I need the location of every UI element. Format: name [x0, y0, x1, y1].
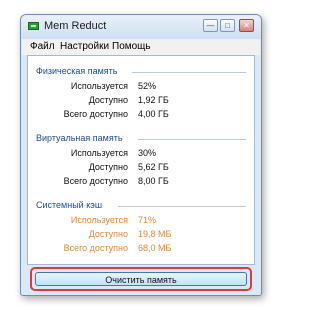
row-value: 8,00 ГБ — [138, 176, 169, 186]
highlight-frame: Очистить память — [30, 267, 252, 291]
virtual-memory-header: Виртуальная память — [36, 133, 123, 143]
row-label: Всего доступно — [63, 109, 128, 119]
row-label: Используется — [70, 148, 128, 158]
row-label: Используется — [70, 81, 128, 91]
menu-file[interactable]: Файл — [30, 41, 55, 52]
row-value: 71% — [138, 215, 157, 225]
menu-settings[interactable]: Настройки — [60, 41, 109, 52]
row-value: 1,92 ГБ — [138, 95, 169, 105]
close-button[interactable]: ✕ — [239, 19, 254, 32]
group-divider — [118, 206, 246, 207]
mem-reduct-window: Mem Reduct — □ ✕ Файл Настройки Помощь Ф… — [20, 14, 262, 296]
row-label: Доступно — [88, 95, 128, 105]
minimize-button[interactable]: — — [203, 19, 218, 32]
maximize-button[interactable]: □ — [220, 19, 235, 32]
group-divider — [138, 139, 246, 140]
row-value: 19,8 МБ — [138, 229, 172, 239]
row-value: 5,62 ГБ — [138, 162, 169, 172]
memory-info-panel: Физическая память Используется 52% Досту… — [27, 55, 255, 265]
window-title: Mem Reduct — [44, 20, 107, 32]
menu-bar: Файл Настройки Помощь — [22, 39, 260, 55]
memory-chip-icon — [28, 22, 39, 30]
system-cache-header: Системный кэш — [36, 200, 103, 210]
clean-memory-button[interactable]: Очистить память — [35, 272, 247, 286]
title-bar[interactable]: Mem Reduct — □ ✕ — [21, 15, 261, 39]
menu-help[interactable]: Помощь — [112, 41, 151, 52]
row-label: Всего доступно — [63, 243, 128, 253]
row-value: 52% — [138, 81, 157, 91]
row-label: Доступно — [88, 162, 128, 172]
button-area: Очистить память — [27, 267, 255, 291]
physical-memory-header: Физическая память — [36, 66, 118, 76]
row-label: Всего доступно — [63, 176, 128, 186]
group-divider — [132, 72, 246, 73]
row-value: 68,0 МБ — [138, 243, 172, 253]
row-label: Доступно — [88, 229, 128, 239]
row-label: Используется — [70, 215, 128, 225]
row-value: 30% — [138, 148, 157, 158]
row-value: 4,00 ГБ — [138, 109, 169, 119]
